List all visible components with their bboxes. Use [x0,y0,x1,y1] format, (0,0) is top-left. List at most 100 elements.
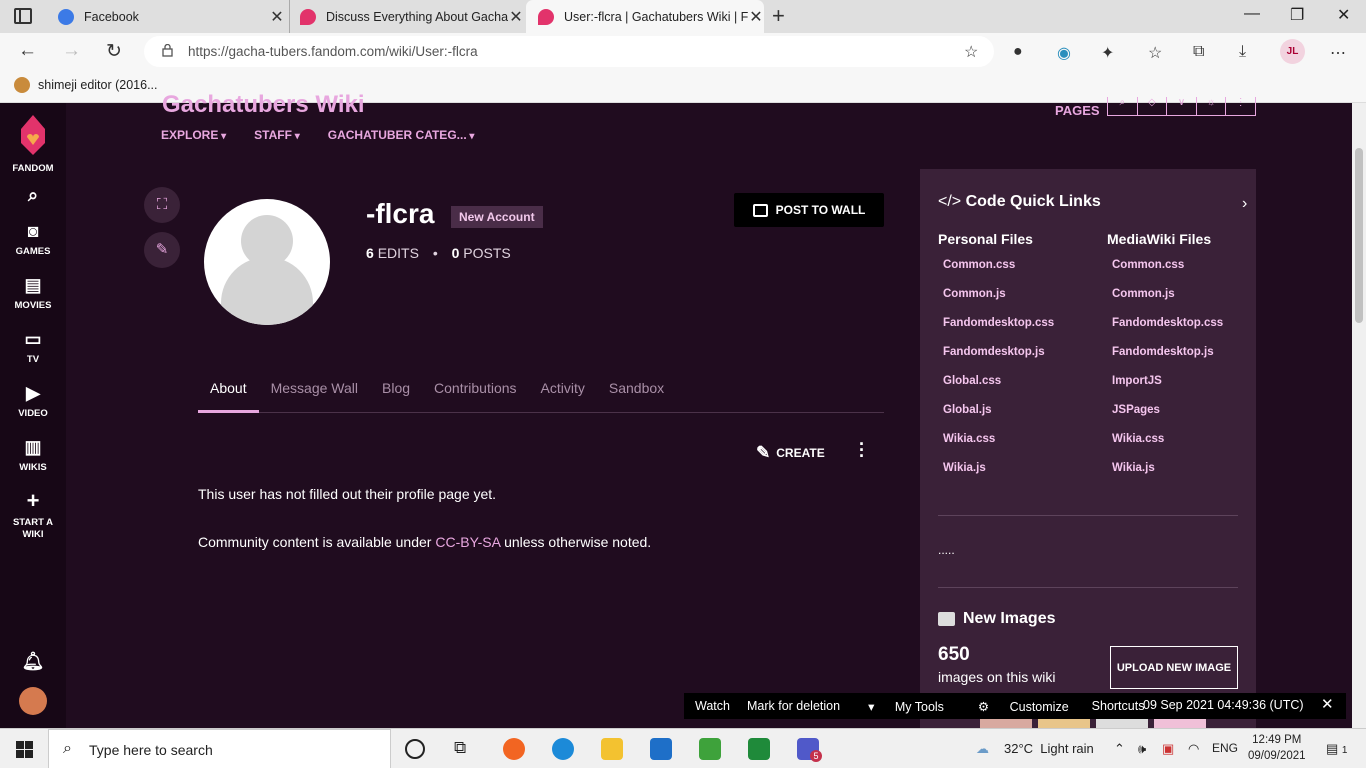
back-icon[interactable]: ← [18,40,37,62]
weather-widget[interactable]: 32°C Light rain [1004,741,1094,756]
task-view-icon[interactable]: ⧉ [454,738,466,758]
url-field[interactable]: https://gacha-tubers.fandom.com/wiki/Use… [144,36,994,67]
post-to-wall-button[interactable]: POST TO WALL [734,193,884,227]
security-icon[interactable]: ▣ [1162,741,1174,757]
more-options-icon[interactable]: · · · [859,435,865,465]
my-tools-menu[interactable]: ▾ My Tools [857,699,950,714]
edits-label[interactable]: EDITS [378,245,419,261]
link-fandomdesktop-js[interactable]: Fandomdesktop.js [938,346,1054,375]
close-tab-icon[interactable]: ✕ [508,7,524,27]
link-mw-common-js[interactable]: Common.js [1107,288,1223,317]
firefox-icon[interactable] [503,738,525,760]
link-mw-wikia-css[interactable]: Wikia.css [1107,433,1223,462]
minimize-button[interactable]: — [1244,5,1260,23]
link-fandomdesktop-css[interactable]: Fandomdesktop.css [938,317,1054,346]
shortcuts-link[interactable]: Shortcuts [1092,699,1145,713]
taskbar-search[interactable]: ⌕ Type here to search [48,729,391,768]
taskbar-clock[interactable]: 12:49 PM 09/09/2021 [1248,732,1306,764]
license-link[interactable]: CC-BY-SA [435,534,500,550]
link-mw-jspages[interactable]: JSPages [1107,404,1223,433]
tab-user-page[interactable]: User:-flcra | Gachatubers Wiki | Fa ✕ [526,0,764,33]
rail-item-video[interactable]: ▶ VIDEO [0,383,66,419]
image-thumbnail[interactable] [980,719,1032,728]
edit-pencil-icon[interactable]: ✎ [144,232,180,268]
upload-new-image-button[interactable]: UPLOAD NEW IMAGE [1110,646,1238,689]
notification-center[interactable]: ▤ 1 [1326,741,1347,757]
wiki-title[interactable]: Gachatubers Wiki [162,91,365,119]
cloud-app-icon[interactable] [699,738,721,760]
nav-staff[interactable]: STAFF [254,128,300,142]
language-indicator[interactable]: ENG [1212,741,1238,755]
image-thumbnail[interactable] [1038,719,1090,728]
forward-icon[interactable]: → [62,40,81,62]
tab-discuss[interactable]: Discuss Everything About Gacha ✕ [289,0,524,33]
posts-label[interactable]: POSTS [463,245,510,261]
dropdown-tool-icon[interactable]: ∨ [1167,97,1197,115]
nav-explore[interactable]: EXPLORE [161,128,226,142]
extensions-icon[interactable]: ✦ [1101,43,1114,63]
tab-contributions[interactable]: Contributions [422,377,529,413]
mail-icon[interactable] [650,738,672,760]
file-explorer-icon[interactable] [601,738,623,760]
windows-start-icon[interactable] [16,741,33,758]
link-mw-fandomdesktop-js[interactable]: Fandomdesktop.js [1107,346,1223,375]
extension-shimeji-icon[interactable]: ● [1013,43,1023,61]
extension-record-icon[interactable]: ◉ [1057,43,1071,63]
close-tab-icon[interactable]: ✕ [269,7,285,27]
volume-icon[interactable]: 🕪︎ [1138,741,1146,757]
scrollbar-thumb[interactable] [1355,148,1363,323]
notifications-bell-icon[interactable]: 🔔︎ [0,651,66,676]
collections-icon[interactable]: ⧉ [1193,43,1204,61]
tab-facebook[interactable]: Facebook ✕ [50,0,285,33]
tab-activity[interactable]: Activity [529,377,597,413]
notes-app-icon[interactable] [748,738,770,760]
close-window-button[interactable]: ✕ [1337,5,1350,25]
link-wikia-css[interactable]: Wikia.css [938,433,1054,462]
search-icon[interactable]: ⌕ [0,185,66,210]
tab-blog[interactable]: Blog [370,377,422,413]
image-thumbnail[interactable] [1096,719,1148,728]
link-mw-importjs[interactable]: ImportJS [1107,375,1223,404]
link-mw-common-css[interactable]: Common.css [1107,259,1223,288]
rail-item-start-wiki[interactable]: + START A WIKI [0,489,66,541]
watch-link[interactable]: Watch [695,699,730,713]
maximize-button[interactable]: ❐ [1290,5,1304,25]
link-mw-wikia-js[interactable]: Wikia.js [1107,462,1223,491]
search-tool-icon[interactable]: ⌕ [1108,97,1138,115]
user-avatar[interactable] [0,687,66,718]
tab-message-wall[interactable]: Message Wall [259,377,370,413]
nav-gachatuber-categories[interactable]: GACHATUBER CATEG... [328,128,475,142]
cortana-icon[interactable] [405,739,425,759]
theme-tool-icon[interactable]: ☼ [1197,97,1227,115]
create-button[interactable]: ✎ CREATE [756,443,825,463]
rail-item-movies[interactable]: ▤ MOVIES [0,275,66,311]
edge-icon[interactable] [552,738,574,760]
link-common-css[interactable]: Common.css [938,259,1054,288]
more-tool-icon[interactable]: ⋮ [1226,97,1255,115]
new-tab-button[interactable]: + [772,3,785,29]
fandom-logo-icon[interactable] [17,113,49,159]
rail-item-wikis[interactable]: ▥ WIKIS [0,437,66,473]
teams-icon[interactable]: 5 [797,738,822,762]
more-menu-icon[interactable]: ⋯ [1330,43,1346,63]
rail-item-games[interactable]: ◙ GAMES [0,221,66,257]
tab-sandbox[interactable]: Sandbox [597,377,676,413]
tab-about[interactable]: About [198,377,259,413]
mark-for-deletion-link[interactable]: Mark for deletion [747,699,840,713]
favorites-icon[interactable]: ☆ [1148,43,1162,63]
customize-link[interactable]: ⚙ Customize [967,699,1075,714]
chevron-right-icon[interactable]: › [1242,195,1247,213]
add-favorite-icon[interactable]: ☆ [964,42,978,62]
rail-item-tv[interactable]: ▭ TV [0,329,66,365]
link-global-js[interactable]: Global.js [938,404,1054,433]
link-mw-fandomdesktop-css[interactable]: Fandomdesktop.css [1107,317,1223,346]
link-common-js[interactable]: Common.js [938,288,1054,317]
discuss-tool-icon[interactable]: ◇ [1138,97,1168,115]
downloads-icon[interactable]: ⤓ [1239,43,1246,61]
close-tab-icon[interactable]: ✕ [748,7,764,27]
wifi-icon[interactable]: ◠ [1188,741,1199,757]
link-wikia-js[interactable]: Wikia.js [938,462,1054,491]
page-scrollbar[interactable] [1352,103,1366,728]
fullscreen-icon[interactable]: ⛶ [144,187,180,223]
favorite-shimeji[interactable]: shimeji editor (2016... [14,77,158,93]
